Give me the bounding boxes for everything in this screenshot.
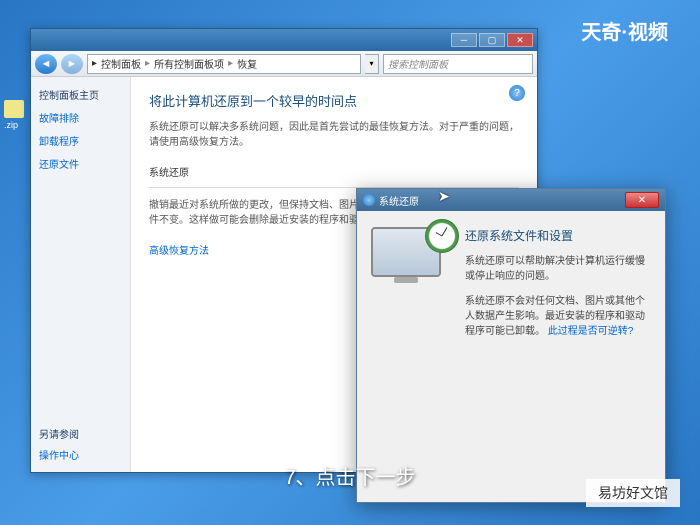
nav-toolbar: ◄ ► ▸ 控制面板 ▸ 所有控制面板项 ▸ 恢复 ▾ 搜索控制面板: [31, 51, 537, 77]
sidebar-action-center[interactable]: 操作中心: [39, 447, 122, 462]
folder-icon: ▸: [92, 58, 97, 69]
section-title: 系统还原: [149, 164, 519, 179]
watermark-bottom-right: 易坊好文馆: [586, 479, 680, 507]
page-description: 系统还原可以解决多系统问题，因此是首先尝试的最佳恢复方法。对于严重的问题，请使用…: [149, 120, 519, 150]
dialog-p1: 系统还原可以帮助解决使计算机运行缓慢或停止响应的问题。: [465, 254, 651, 284]
address-bar[interactable]: ▸ 控制面板 ▸ 所有控制面板项 ▸ 恢复: [87, 54, 361, 74]
sidebar-item-uninstall[interactable]: 卸载程序: [39, 133, 122, 148]
restore-icon: [363, 194, 375, 206]
help-icon[interactable]: ?: [509, 85, 525, 101]
reversible-link[interactable]: 此过程是否可逆转?: [548, 326, 634, 337]
see-also-label: 另请参阅: [39, 426, 122, 441]
back-button[interactable]: ◄: [35, 54, 57, 74]
page-title: 将此计算机还原到一个较早的时间点: [149, 91, 519, 110]
search-input[interactable]: 搜索控制面板: [383, 54, 533, 74]
sidebar: 控制面板主页 故障排除 卸载程序 还原文件 另请参阅 操作中心: [31, 77, 131, 472]
system-restore-dialog: 系统还原 ✕ 还原系统文件和设置 系统还原可以帮助解决使计算机运行缓慢或停止响应…: [356, 188, 666, 503]
minimize-button[interactable]: ─: [451, 33, 477, 47]
close-button[interactable]: ✕: [507, 33, 533, 47]
breadcrumb-3[interactable]: 恢复: [237, 56, 257, 71]
breadcrumb-1[interactable]: 控制面板: [101, 56, 141, 71]
forward-button[interactable]: ►: [61, 54, 83, 74]
restore-graphic: [371, 227, 451, 307]
breadcrumb-2[interactable]: 所有控制面板项: [154, 56, 224, 71]
address-dropdown[interactable]: ▾: [365, 54, 379, 74]
titlebar: ─ ▢ ✕: [31, 29, 537, 51]
maximize-button[interactable]: ▢: [479, 33, 505, 47]
desktop-zip-icon[interactable]: .zip: [4, 100, 24, 120]
watermark-top-right: 天奇·视频: [581, 16, 668, 45]
dialog-heading: 还原系统文件和设置: [465, 227, 651, 244]
dialog-close-button[interactable]: ✕: [625, 192, 659, 208]
sidebar-item-troubleshoot[interactable]: 故障排除: [39, 110, 122, 125]
dialog-p2: 系统还原不会对任何文档、图片或其他个人数据产生影响。最近安装的程序和驱动程序可能…: [465, 294, 651, 339]
clock-icon: [425, 219, 459, 253]
sidebar-item-restore-files[interactable]: 还原文件: [39, 156, 122, 171]
sidebar-home[interactable]: 控制面板主页: [39, 87, 122, 102]
subtitle-overlay: 7、点击下一步: [284, 461, 415, 490]
dialog-title-text: 系统还原: [379, 193, 419, 208]
dialog-titlebar: 系统还原 ✕: [357, 189, 665, 211]
